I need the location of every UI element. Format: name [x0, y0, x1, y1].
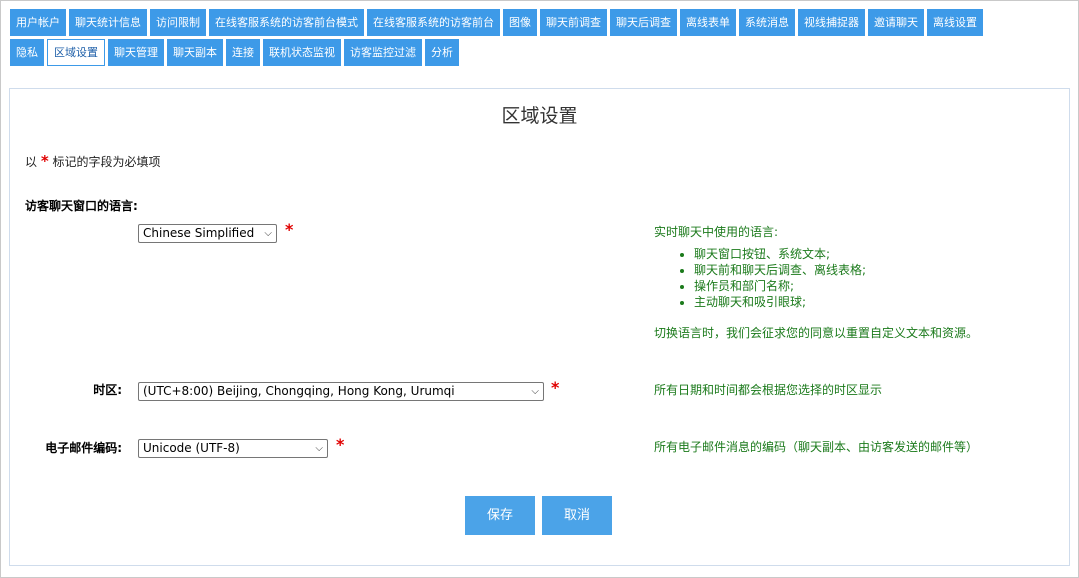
chevron-down-icon: ⌵	[531, 386, 539, 397]
tab-images[interactable]: 图像	[503, 9, 537, 36]
required-fields-note: 以 * 标记的字段为必填项	[25, 152, 161, 170]
timezone-label: 时区:	[93, 383, 122, 397]
tab-chat-invitation[interactable]: 邀请聊天	[868, 9, 924, 36]
required-note-prefix: 以	[25, 155, 38, 169]
language-help-item: 聊天窗口按钮、系统文本;	[694, 246, 978, 262]
tab-system-messages[interactable]: 系统消息	[739, 9, 795, 36]
save-button[interactable]: 保存	[465, 496, 535, 535]
tab-analytics[interactable]: 分析	[425, 39, 459, 66]
language-help-note: 切换语言时，我们会征求您的同意以重置自定义文本和资源。	[654, 326, 979, 340]
timezone-required-star: *	[551, 378, 560, 397]
email-encoding-required-star: *	[336, 435, 345, 454]
tab-connection[interactable]: 连接	[226, 39, 260, 66]
chevron-down-icon: ⌵	[315, 443, 323, 454]
language-help-list: 聊天窗口按钮、系统文本; 聊天前和聊天后调查、离线表格; 操作员和部门名称; 主…	[694, 246, 978, 310]
tab-bar: 用户帐户 聊天统计信息 访问限制 在线客服系统的访客前台模式 在线客服系统的访客…	[10, 9, 1072, 69]
tab-post-chat-survey[interactable]: 聊天后调查	[610, 9, 677, 36]
tab-access-restrictions[interactable]: 访问限制	[150, 9, 206, 36]
required-star: *	[40, 152, 49, 170]
tab-visitor-frontend-mode[interactable]: 在线客服系统的访客前台模式	[209, 9, 364, 36]
language-help-item: 操作员和部门名称;	[694, 278, 978, 294]
tab-offline-settings[interactable]: 离线设置	[927, 9, 983, 36]
timezone-select[interactable]: (UTC+8:00) Beijing, Chongqing, Hong Kong…	[138, 382, 544, 401]
tab-locale-settings[interactable]: 区域设置	[47, 39, 105, 66]
language-section-label: 访客聊天窗口的语言:	[25, 199, 138, 213]
email-encoding-select[interactable]: Unicode (UTF-8) ⌵	[138, 439, 328, 458]
language-help-item: 聊天前和聊天后调查、离线表格;	[694, 262, 978, 278]
language-help-item: 主动聊天和吸引眼球;	[694, 294, 978, 310]
email-encoding-select-value: Unicode (UTF-8)	[143, 441, 240, 455]
tab-online-status-monitor[interactable]: 联机状态监视	[263, 39, 341, 66]
tab-pre-chat-survey[interactable]: 聊天前调查	[540, 9, 607, 36]
email-encoding-help: 所有电子邮件消息的编码（聊天副本、由访客发送的邮件等）	[654, 440, 979, 454]
tab-chat-management[interactable]: 聊天管理	[108, 39, 164, 66]
cancel-button[interactable]: 取消	[542, 496, 612, 535]
email-encoding-label: 电子邮件编码:	[45, 441, 122, 455]
language-help-intro: 实时聊天中使用的语言:	[654, 225, 779, 239]
language-help: 实时聊天中使用的语言: 聊天窗口按钮、系统文本; 聊天前和聊天后调查、离线表格;…	[654, 223, 978, 341]
tab-visitor-monitor-filter[interactable]: 访客监控过滤	[344, 39, 422, 66]
tab-offline-form[interactable]: 离线表单	[680, 9, 736, 36]
tab-visitor-frontend[interactable]: 在线客服系统的访客前台	[367, 9, 500, 36]
page-title: 区域设置	[501, 105, 578, 127]
language-required-star: *	[285, 220, 294, 239]
timezone-select-value: (UTC+8:00) Beijing, Chongqing, Hong Kong…	[143, 384, 455, 398]
chevron-down-icon: ⌵	[264, 228, 272, 239]
tab-chat-statistics[interactable]: 聊天统计信息	[69, 9, 147, 36]
tab-row-2: 隐私 区域设置 聊天管理 聊天副本 连接 联机状态监视 访客监控过滤 分析	[10, 39, 1072, 66]
timezone-help: 所有日期和时间都会根据您选择的时区显示	[654, 383, 883, 397]
tab-privacy[interactable]: 隐私	[10, 39, 44, 66]
tab-user-accounts[interactable]: 用户帐户	[10, 9, 66, 36]
tab-chat-transcripts[interactable]: 聊天副本	[167, 39, 223, 66]
settings-panel: 区域设置 以 * 标记的字段为必填项 访客聊天窗口的语言: Chinese Si…	[9, 88, 1070, 566]
language-select-value: Chinese Simplified	[143, 226, 255, 240]
tab-row-1: 用户帐户 聊天统计信息 访问限制 在线客服系统的访客前台模式 在线客服系统的访客…	[10, 9, 1072, 36]
required-note-suffix: 标记的字段为必填项	[52, 155, 161, 169]
tab-eye-catcher[interactable]: 视线捕捉器	[798, 9, 865, 36]
language-select[interactable]: Chinese Simplified ⌵	[138, 224, 277, 243]
